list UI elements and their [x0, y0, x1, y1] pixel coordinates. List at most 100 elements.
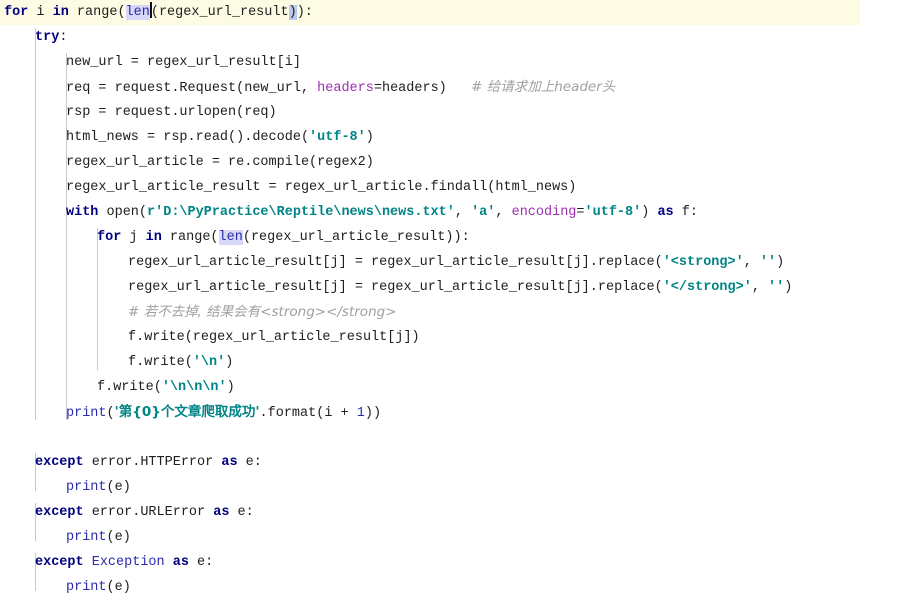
code-token-kw: as: [172, 555, 189, 570]
code-area[interactable]: for i in range(len(regex_url_result)): tr…: [0, 0, 913, 600]
code-line[interactable]: html_news = rsp.read().decode('utf-8'): [0, 125, 913, 150]
code-line[interactable]: [0, 425, 913, 450]
code-token-kw: with: [66, 205, 99, 220]
code-token-kw: try: [35, 30, 60, 45]
code-line-text: for j in range(len(regex_url_article_res…: [0, 225, 470, 250]
code-token-pl: ): [641, 205, 658, 220]
code-line[interactable]: rsp = request.urlopen(req): [0, 100, 913, 125]
code-token-pl: range(: [161, 230, 219, 245]
code-token-pl: ,: [454, 205, 472, 220]
code-line[interactable]: f.write('\n'): [0, 350, 913, 375]
code-token-str: '</strong>': [662, 280, 752, 295]
code-line-text: rsp = request.urlopen(req): [0, 100, 277, 125]
code-token-kwarg: encoding: [511, 205, 577, 220]
code-line-text: except Exception as e:: [0, 550, 213, 575]
code-line-text: html_news = rsp.read().decode('utf-8'): [0, 125, 374, 150]
code-token-kw: as: [657, 205, 674, 220]
code-token-pl: (e): [106, 480, 131, 495]
code-line[interactable]: regex_url_article_result[j] = regex_url_…: [0, 250, 913, 275]
code-token-pl: (e): [106, 580, 131, 595]
code-token-pl: ): [226, 380, 235, 395]
code-token-str: '\n\n\n': [161, 380, 227, 395]
code-line[interactable]: f.write('\n\n\n'): [0, 375, 913, 400]
code-token-pl: ): [288, 5, 297, 20]
code-token-pl: ): [365, 130, 374, 145]
code-token-pl: :: [59, 30, 68, 45]
code-token-pl: e:: [237, 455, 262, 470]
code-token-str: '\n': [192, 355, 226, 370]
code-line-text: except error.URLError as e:: [0, 500, 254, 525]
code-token-pl: f:: [673, 205, 698, 220]
code-token-pl: regex_url_article = re.compile(regex2): [66, 155, 374, 170]
code-token-pl: (e): [106, 530, 131, 545]
code-line[interactable]: print(e): [0, 525, 913, 550]
code-line-text: for i in range(len(regex_url_result)):: [0, 0, 313, 25]
code-line[interactable]: except Exception as e:: [0, 550, 913, 575]
code-token-bi: len: [125, 5, 150, 20]
code-token-num: 1: [356, 406, 365, 421]
code-token-str: r'D:\PyPractice\Reptile\news\news.txt': [147, 205, 455, 220]
code-line-text: f.write('\n\n\n'): [0, 375, 235, 400]
code-line-text: print(e): [0, 575, 131, 600]
code-token-pl: rsp = request.urlopen(req): [66, 105, 277, 120]
code-token-kw: as: [213, 505, 230, 520]
code-token-pl: regex_url_article_result[j] = regex_url_…: [128, 280, 663, 295]
code-token-pl: e:: [188, 555, 214, 570]
code-line-text: try:: [0, 25, 67, 50]
code-line[interactable]: regex_url_article = re.compile(regex2): [0, 150, 913, 175]
code-line-text: regex_url_article_result[j] = regex_url_…: [0, 250, 784, 275]
code-token-kw: in: [52, 5, 69, 20]
code-line[interactable]: # 若不去掉, 结果会有<strong></strong>: [0, 300, 913, 325]
code-token-pl: ,: [743, 255, 760, 270]
code-line[interactable]: for j in range(len(regex_url_article_res…: [0, 225, 913, 250]
code-line-text: f.write('\n'): [0, 350, 233, 375]
code-token-pl: ): [225, 355, 234, 370]
code-token-pl: regex_url_article_result[j] = regex_url_…: [128, 255, 663, 270]
code-editor[interactable]: for i in range(len(regex_url_result)): tr…: [0, 0, 913, 616]
code-line[interactable]: req = request.Request(new_url, headers=h…: [0, 75, 913, 100]
code-line-text: regex_url_article = re.compile(regex2): [0, 150, 374, 175]
code-line[interactable]: except error.URLError as e:: [0, 500, 913, 525]
code-line-text: print(e): [0, 525, 131, 550]
code-token-com: # 给请求加上header头: [471, 79, 616, 95]
code-line[interactable]: regex_url_article_result[j] = regex_url_…: [0, 275, 913, 300]
code-token-str: '': [768, 280, 785, 295]
code-token-pl: regex_url_article_result = regex_url_art…: [66, 180, 577, 195]
code-line[interactable]: with open(r'D:\PyPractice\Reptile\news\n…: [0, 200, 913, 225]
code-token-pl: f.write(: [97, 380, 162, 395]
code-line[interactable]: for i in range(len(regex_url_result)):: [0, 0, 860, 25]
code-token-pl: error.HTTPError: [83, 455, 222, 470]
code-line-text: f.write(regex_url_article_result[j]): [0, 325, 420, 350]
code-line[interactable]: f.write(regex_url_article_result[j]): [0, 325, 913, 350]
code-line[interactable]: try:: [0, 25, 913, 50]
code-line[interactable]: print(e): [0, 575, 913, 600]
code-token-kw: in: [145, 230, 162, 245]
code-token-pl: e:: [229, 505, 254, 520]
code-token-pl: =: [576, 205, 585, 220]
code-token-bi: print: [66, 480, 107, 495]
code-token-pl: j: [121, 230, 146, 245]
code-line[interactable]: new_url = regex_url_result[i]: [0, 50, 913, 75]
code-line[interactable]: print('第{0}个文章爬取成功'.format(i + 1)): [0, 400, 913, 425]
code-token-pl: ,: [495, 205, 512, 220]
code-line[interactable]: print(e): [0, 475, 913, 500]
code-token-str: '<strong>': [662, 255, 744, 270]
code-token-kw: as: [221, 455, 238, 470]
code-token-pl: i: [28, 5, 53, 20]
code-token-pl: open(: [98, 205, 148, 220]
code-token-pl: =headers): [373, 81, 447, 96]
code-token-pl: (: [117, 5, 126, 20]
code-line[interactable]: regex_url_article_result = regex_url_art…: [0, 175, 913, 200]
code-line-text: req = request.Request(new_url, headers=h…: [0, 75, 615, 101]
code-token-pl: (: [106, 406, 115, 421]
code-token-pl: .format(i +: [259, 406, 357, 421]
code-token-kw: except: [35, 455, 84, 470]
code-line-text: new_url = regex_url_result[i]: [0, 50, 301, 75]
code-token-pl: new_url = regex_url_result[i]: [66, 55, 301, 70]
code-token-bi: print: [66, 406, 107, 421]
code-token-pl: range: [68, 5, 118, 20]
text-caret: [149, 2, 152, 18]
code-line[interactable]: except error.HTTPError as e:: [0, 450, 913, 475]
